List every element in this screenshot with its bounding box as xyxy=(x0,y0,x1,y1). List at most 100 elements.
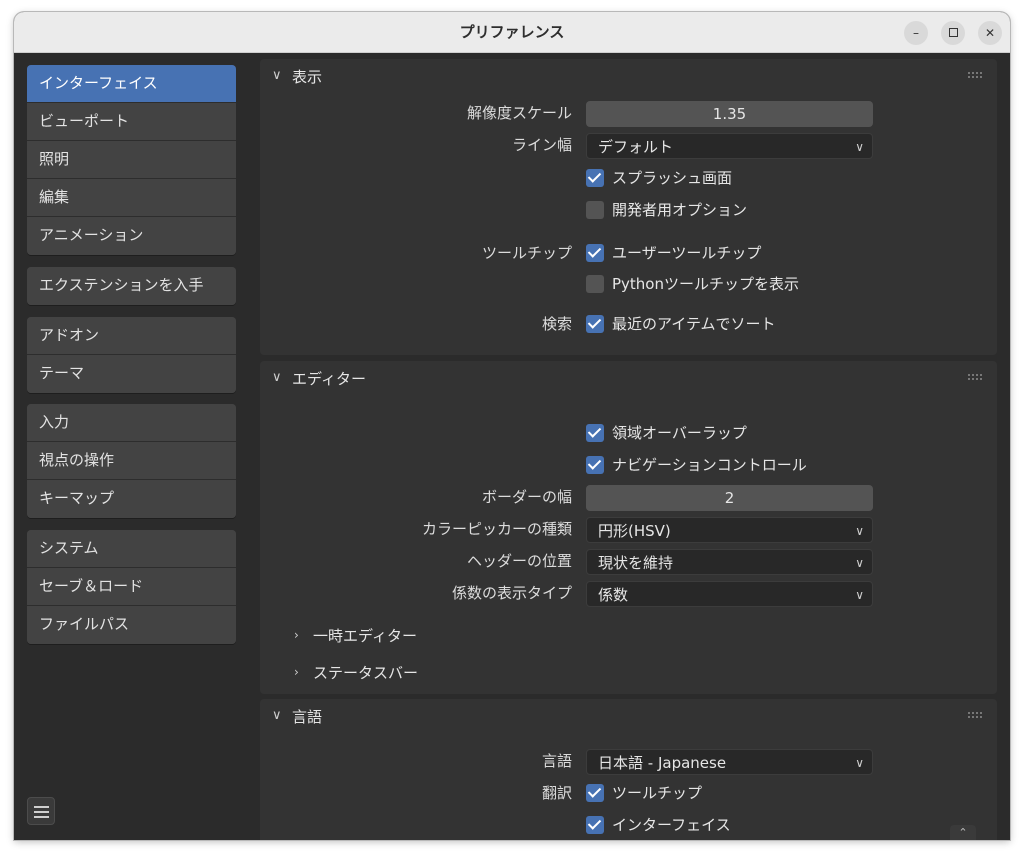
drag-handle-icon[interactable] xyxy=(967,373,983,381)
resolution-scale-field[interactable]: 1.35 xyxy=(586,101,873,127)
row-header-position: ヘッダーの位置 現状を維持 ∨ xyxy=(260,547,997,575)
header-position-label: ヘッダーの位置 xyxy=(466,552,572,570)
chevron-down-icon: ∨ xyxy=(855,588,864,602)
chevron-down-icon: ∨ xyxy=(272,68,282,83)
row-nav-controls: ナビゲーションコントロール xyxy=(260,451,997,479)
sidebar-item-themes[interactable]: テーマ xyxy=(27,355,236,393)
row-line-width: ライン幅 デフォルト ∨ xyxy=(260,131,997,159)
sidebar-item-input[interactable]: 入力 xyxy=(27,404,236,442)
panel-language-title: 言語 xyxy=(292,708,323,726)
chevron-down-icon: ∨ xyxy=(855,556,864,570)
dev-options-checkbox[interactable] xyxy=(586,201,604,219)
hamburger-icon xyxy=(34,806,49,808)
sidebar-group-extensions: エクステンションを入手 xyxy=(27,267,236,305)
line-width-dropdown[interactable]: デフォルト ∨ xyxy=(586,133,873,159)
nav-controls-label: ナビゲーションコントロール xyxy=(612,456,807,474)
dev-options-label: 開発者用オプション xyxy=(612,201,748,219)
sidebar-item-viewport[interactable]: ビューポート xyxy=(27,103,236,141)
region-overlap-checkbox[interactable] xyxy=(586,424,604,442)
translate-tooltips-checkbox[interactable] xyxy=(586,784,604,802)
scroll-up-button[interactable]: ⌃ xyxy=(950,825,976,840)
chevron-down-icon: ∨ xyxy=(272,370,282,385)
factor-display-label: 係数の表示タイプ xyxy=(451,584,572,602)
sidebar-item-navigation[interactable]: 視点の操作 xyxy=(27,442,236,480)
row-python-tooltips: Pythonツールチップを表示 xyxy=(260,270,997,298)
row-dev-options: 開発者用オプション xyxy=(260,196,997,224)
sidebar-item-system[interactable]: システム xyxy=(27,530,236,568)
sidebar-group-input: 入力 視点の操作 キーマップ xyxy=(27,404,236,518)
panel-display-title: 表示 xyxy=(292,68,323,86)
line-width-label: ライン幅 xyxy=(511,136,572,154)
language-dropdown[interactable]: 日本語 - Japanese ∨ xyxy=(586,749,873,775)
row-translate-interface: インターフェイス xyxy=(260,811,997,839)
row-language: 言語 日本語 - Japanese ∨ xyxy=(260,747,997,775)
line-width-value: デフォルト xyxy=(598,138,674,156)
row-user-tooltips: ツールチップ ユーザーツールチップ xyxy=(260,239,997,267)
sort-recent-label: 最近のアイテムでソート xyxy=(612,315,776,333)
temp-editors-title: 一時エディター xyxy=(313,627,417,645)
python-tooltips-checkbox[interactable] xyxy=(586,275,604,293)
splash-label: スプラッシュ画面 xyxy=(612,169,733,187)
title-bar[interactable]: プリファレンス – ✕ xyxy=(14,12,1010,53)
sidebar-item-save-load[interactable]: セーブ＆ロード xyxy=(27,568,236,606)
main-area: ∨ 表示 解像度スケール 1.35 ライン幅 デフォルト ∨ スプラッシュ画面 xyxy=(260,53,1000,840)
language-label: 言語 xyxy=(541,752,572,770)
sort-recent-checkbox[interactable] xyxy=(586,315,604,333)
factor-display-value: 係数 xyxy=(598,586,629,604)
chevron-right-icon: › xyxy=(294,665,299,679)
splash-checkbox[interactable] xyxy=(586,169,604,187)
color-picker-value: 円形(HSV) xyxy=(598,522,671,540)
panel-editors-header[interactable]: ∨ エディター xyxy=(260,361,997,397)
panel-editors-title: エディター xyxy=(292,370,366,388)
panel-language-header[interactable]: ∨ 言語 xyxy=(260,699,997,735)
sidebar-item-file-paths[interactable]: ファイルパス xyxy=(27,606,236,644)
sidebar-item-editing[interactable]: 編集 xyxy=(27,179,236,217)
sidebar-item-animation[interactable]: アニメーション xyxy=(27,217,236,255)
maximize-icon xyxy=(948,28,958,37)
panel-editors: ∨ エディター 領域オーバーラップ ナビゲーションコントロール ボーダーの幅 2 xyxy=(260,361,997,694)
color-picker-dropdown[interactable]: 円形(HSV) ∨ xyxy=(586,517,873,543)
translate-interface-checkbox[interactable] xyxy=(586,816,604,834)
minimize-button[interactable]: – xyxy=(904,21,928,45)
language-value: 日本語 - Japanese xyxy=(598,754,727,772)
subpanel-temp-editors[interactable]: › 一時エディター xyxy=(260,621,997,651)
subpanel-status-bar[interactable]: › ステータスバー xyxy=(260,658,997,688)
border-width-field[interactable]: 2 xyxy=(586,485,873,511)
drag-handle-icon[interactable] xyxy=(967,711,983,719)
maximize-button[interactable] xyxy=(941,21,965,45)
factor-display-dropdown[interactable]: 係数 ∨ xyxy=(586,581,873,607)
sidebar-group-ui: インターフェイス ビューポート 照明 編集 アニメーション xyxy=(27,65,236,255)
panel-display-header[interactable]: ∨ 表示 xyxy=(260,59,997,95)
sidebar-item-keymap[interactable]: キーマップ xyxy=(27,480,236,518)
nav-controls-checkbox[interactable] xyxy=(586,456,604,474)
panel-language: ∨ 言語 言語 日本語 - Japanese ∨ 翻訳 ツールチップ インターフェ… xyxy=(260,699,997,840)
python-tooltips-label: Pythonツールチップを表示 xyxy=(612,275,799,293)
translate-label: 翻訳 xyxy=(541,784,572,802)
sidebar-item-interface[interactable]: インターフェイス xyxy=(27,65,236,103)
row-region-overlap: 領域オーバーラップ xyxy=(260,419,997,447)
window-content: インターフェイス ビューポート 照明 編集 アニメーション エクステンションを入… xyxy=(14,53,1010,840)
resolution-scale-label: 解像度スケール xyxy=(466,104,572,122)
chevron-down-icon: ∨ xyxy=(855,524,864,538)
drag-handle-icon[interactable] xyxy=(967,71,983,79)
chevron-down-icon: ∨ xyxy=(855,140,864,154)
user-tooltips-checkbox[interactable] xyxy=(586,244,604,262)
border-width-label: ボーダーの幅 xyxy=(481,488,572,506)
window-title: プリファレンス xyxy=(459,23,565,41)
chevron-right-icon: › xyxy=(294,628,299,642)
close-button[interactable]: ✕ xyxy=(978,21,1002,45)
sidebar-item-addons[interactable]: アドオン xyxy=(27,317,236,355)
sidebar: インターフェイス ビューポート 照明 編集 アニメーション エクステンションを入… xyxy=(14,53,254,840)
preferences-window: プリファレンス – ✕ インターフェイス ビューポート 照明 編集 アニメーショ… xyxy=(14,12,1010,840)
sidebar-group-addons: アドオン テーマ xyxy=(27,317,236,393)
region-overlap-label: 領域オーバーラップ xyxy=(612,424,747,442)
panel-display: ∨ 表示 解像度スケール 1.35 ライン幅 デフォルト ∨ スプラッシュ画面 xyxy=(260,59,997,355)
chevron-down-icon: ∨ xyxy=(855,756,864,770)
header-position-dropdown[interactable]: 現状を維持 ∨ xyxy=(586,549,873,575)
header-position-value: 現状を維持 xyxy=(598,554,674,572)
hamburger-menu-button[interactable] xyxy=(27,797,55,825)
chevron-down-icon: ∨ xyxy=(272,708,282,723)
sidebar-item-lights[interactable]: 照明 xyxy=(27,141,236,179)
sidebar-item-get-extensions[interactable]: エクステンションを入手 xyxy=(27,267,236,305)
row-factor-display: 係数の表示タイプ 係数 ∨ xyxy=(260,579,997,607)
